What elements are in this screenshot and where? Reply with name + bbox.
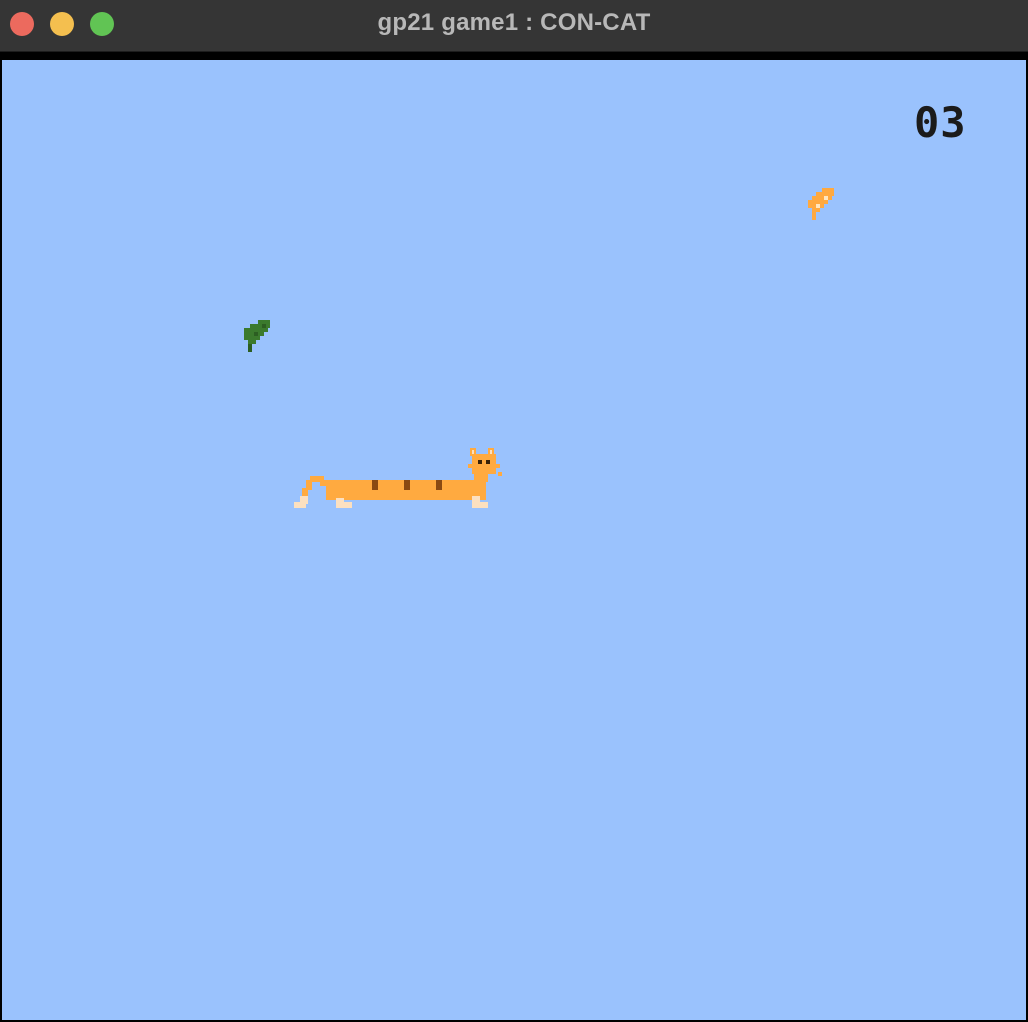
score-display: 03	[914, 98, 967, 147]
window-title: gp21 game1 : CON-CAT	[377, 9, 651, 36]
cat-player-sprite	[292, 446, 504, 512]
app-window: gp21 game1 : CON-CAT 03	[0, 0, 1028, 1022]
title-bar[interactable]: gp21 game1 : CON-CAT	[0, 0, 1028, 52]
leaf-sprite	[242, 320, 272, 354]
fish-treat-sprite	[806, 188, 838, 222]
game-canvas[interactable]: 03	[2, 60, 1026, 1020]
